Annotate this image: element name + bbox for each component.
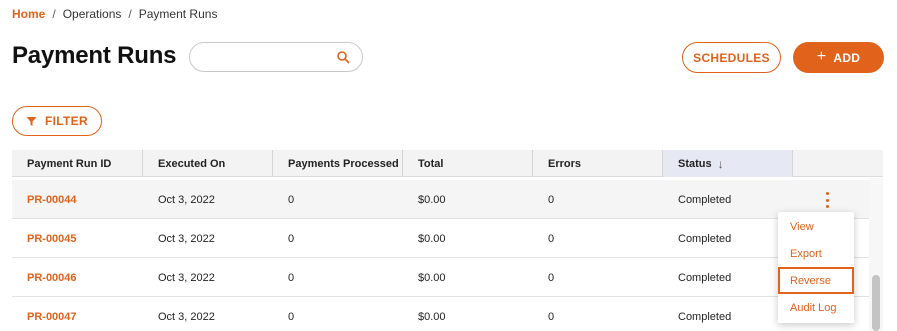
payment-run-id-link[interactable]: PR-00047	[12, 297, 77, 331]
schedules-button[interactable]: SCHEDULES	[682, 42, 781, 73]
search-icon[interactable]	[336, 50, 350, 64]
executed-on-cell: Oct 3, 2022	[158, 310, 215, 323]
search-box[interactable]	[189, 42, 363, 72]
executed-on-cell: Oct 3, 2022	[158, 271, 215, 284]
errors-cell: 0	[548, 232, 555, 245]
add-button-label: ADD	[833, 50, 861, 65]
payments-processed-cell: 0	[288, 193, 295, 206]
payments-processed-cell: 0	[288, 232, 295, 245]
table-row[interactable]: PR-00047 Oct 3, 2022 0 $0.00 0 Completed	[12, 297, 869, 331]
payments-processed-cell: 0	[288, 271, 295, 284]
table-scrollbar[interactable]	[869, 178, 883, 331]
column-header-executed-on[interactable]: Executed On	[143, 150, 273, 177]
total-cell: $0.00	[418, 310, 446, 323]
status-cell: Completed	[678, 232, 732, 245]
payment-run-id-link[interactable]: PR-00044	[12, 180, 77, 219]
row-actions-menu: View Export Reverse Audit Log	[778, 212, 854, 323]
table-row[interactable]: PR-00046 Oct 3, 2022 0 $0.00 0 Completed	[12, 258, 869, 297]
filter-icon	[26, 116, 37, 126]
column-header-errors[interactable]: Errors	[533, 150, 663, 177]
page-title: Payment Runs	[12, 42, 177, 69]
plus-icon: +	[816, 48, 827, 65]
status-cell: Completed	[678, 310, 732, 323]
sort-descending-icon: ↓	[717, 156, 724, 171]
breadcrumb-current: Payment Runs	[138, 7, 218, 21]
payment-run-id-link[interactable]: PR-00046	[12, 258, 77, 297]
column-header-actions	[793, 150, 883, 177]
column-header-payment-run-id[interactable]: Payment Run ID	[12, 150, 143, 177]
filter-button[interactable]: FILTER	[12, 106, 102, 136]
payments-processed-cell: 0	[288, 310, 295, 323]
more-actions-icon[interactable]	[824, 192, 830, 208]
menu-item-view[interactable]: View	[778, 213, 854, 240]
column-header-status[interactable]: Status ↓	[663, 150, 793, 177]
table-row[interactable]: PR-00045 Oct 3, 2022 0 $0.00 0 Completed	[12, 219, 869, 258]
column-header-payments-processed[interactable]: Payments Processed	[273, 150, 403, 177]
breadcrumb-operations-link[interactable]: Operations	[63, 7, 122, 21]
total-cell: $0.00	[418, 271, 446, 284]
errors-cell: 0	[548, 271, 555, 284]
executed-on-cell: Oct 3, 2022	[158, 232, 215, 245]
table-row[interactable]: PR-00044 Oct 3, 2022 0 $0.00 0 Completed	[12, 180, 869, 219]
menu-item-audit-log[interactable]: Audit Log	[778, 294, 854, 321]
scrollbar-thumb[interactable]	[872, 275, 880, 331]
column-header-total[interactable]: Total	[403, 150, 533, 177]
column-header-status-label: Status	[678, 157, 712, 170]
payment-run-id-link[interactable]: PR-00045	[12, 219, 77, 258]
menu-item-export[interactable]: Export	[778, 240, 854, 267]
errors-cell: 0	[548, 193, 555, 206]
filter-button-label: FILTER	[45, 114, 88, 128]
add-button[interactable]: + ADD	[793, 42, 884, 73]
total-cell: $0.00	[418, 193, 446, 206]
breadcrumb-separator: /	[52, 7, 56, 21]
total-cell: $0.00	[418, 232, 446, 245]
breadcrumb-separator: /	[128, 7, 132, 21]
errors-cell: 0	[548, 310, 555, 323]
table-header: Payment Run ID Executed On Payments Proc…	[12, 150, 883, 177]
breadcrumb-home-link[interactable]: Home	[12, 7, 45, 21]
status-cell: Completed	[678, 193, 732, 206]
search-input[interactable]	[202, 48, 332, 66]
executed-on-cell: Oct 3, 2022	[158, 193, 215, 206]
menu-item-reverse[interactable]: Reverse	[778, 267, 854, 294]
breadcrumb: Home / Operations / Payment Runs	[12, 7, 217, 21]
status-cell: Completed	[678, 271, 732, 284]
